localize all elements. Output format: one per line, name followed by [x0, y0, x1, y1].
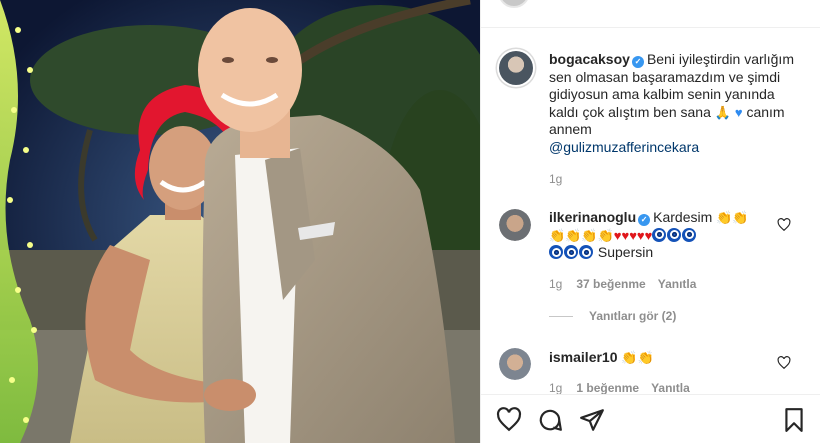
comment-text-end: Supersin	[597, 244, 654, 260]
praying-hands-emoji-icon: 🙏	[714, 104, 731, 120]
post-time: 1g	[549, 172, 563, 186]
comment-body: ismailer10 👏👏	[549, 349, 769, 367]
reply-button[interactable]: Yanıtla	[651, 381, 690, 395]
post-header-strip	[481, 0, 820, 28]
nazar-amulet-emoji-icon	[652, 227, 667, 242]
nazar-amulet-emoji-icon	[579, 245, 593, 259]
author-avatar[interactable]	[497, 49, 535, 87]
view-replies-button[interactable]: Yanıtları gör (2)	[549, 309, 676, 323]
comment-username[interactable]: ilkerinanoglu	[549, 209, 636, 225]
action-bar	[481, 394, 820, 443]
small-heart-icon[interactable]	[777, 218, 791, 232]
post-caption: bogacaksoy ✓ Beni iyileştirdin varlığım se…	[549, 51, 799, 156]
red-heart-emoji-icon: ♥♥♥♥♥	[613, 227, 653, 243]
verified-badge-icon: ✓	[638, 214, 651, 226]
post-photo[interactable]	[0, 0, 480, 443]
heart-outline-icon[interactable]	[496, 407, 522, 433]
replies-divider	[549, 315, 573, 317]
bookmark-icon[interactable]	[781, 407, 807, 433]
clapping-hands-emoji-icon: 👏👏👏👏	[549, 227, 614, 243]
nazar-amulet-emoji-icon	[682, 227, 697, 242]
post-panel: bogacaksoy ✓ Beni iyileştirdin varlığım se…	[480, 0, 820, 443]
clapping-hands-emoji-icon: 👏👏	[716, 210, 749, 225]
verified-badge-icon: ✓	[631, 56, 644, 68]
comment-likes[interactable]: 37 beğenme	[576, 277, 645, 291]
comment-username[interactable]: ismailer10	[549, 349, 618, 365]
comment-avatar[interactable]	[499, 209, 531, 241]
speech-bubble-icon[interactable]	[537, 407, 563, 433]
comment-time: 1g	[549, 277, 563, 291]
blue-heart-emoji-icon: ♥	[734, 104, 743, 120]
header-avatar[interactable]	[498, 0, 530, 8]
comment-likes[interactable]: 1 beğenme	[576, 381, 639, 395]
comment-avatar[interactable]	[499, 348, 531, 380]
comment-body: ilkerinanoglu ✓ Kardesim 👏👏 👏👏👏👏♥♥♥♥♥ Supe…	[549, 209, 769, 262]
view-replies-label: Yanıtları gör (2)	[589, 309, 677, 323]
author-username[interactable]: bogacaksoy	[549, 51, 630, 67]
nazar-amulet-emoji-icon	[564, 245, 578, 259]
nazar-amulet-emoji-icon	[667, 227, 682, 242]
comment-text-start: Kardesim	[653, 209, 713, 225]
comment-meta: 1g 37 beğenme Yanıtla	[549, 277, 696, 291]
paper-plane-icon[interactable]	[579, 407, 605, 433]
nazar-amulet-emoji-icon	[549, 245, 563, 259]
post-image	[0, 0, 480, 443]
mention-link[interactable]: @gulizmuzafferincekara	[549, 139, 699, 155]
small-heart-icon[interactable]	[777, 356, 791, 370]
reply-button[interactable]: Yanıtla	[658, 277, 697, 291]
clapping-hands-emoji-icon: 👏👏	[621, 350, 654, 365]
comment-time: 1g	[549, 381, 563, 395]
comment-meta: 1g 1 beğenme Yanıtla	[549, 381, 690, 395]
